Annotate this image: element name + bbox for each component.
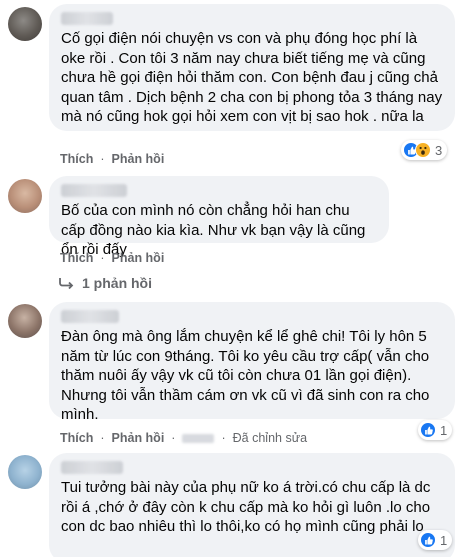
separator-dot: · — [100, 251, 105, 265]
comment-text: Tui tưởng bài này của phụ nữ ko á trời.c… — [61, 479, 431, 535]
reply-button[interactable]: Phản hồi — [112, 251, 165, 265]
view-replies-link[interactable]: 1 phản hồi — [58, 275, 152, 291]
like-button[interactable]: Thích — [60, 431, 93, 445]
separator-dot: · — [221, 431, 226, 445]
comment-bubble: Đàn ông mà ông lắm chuyện kể lể ghê chi!… — [49, 302, 455, 423]
comment-bubble: Cố gọi điện nói chuyện vs con và phụ đón… — [49, 4, 455, 131]
reply-button[interactable]: Phản hồi — [112, 431, 165, 445]
timestamp[interactable] — [182, 433, 215, 443]
reaction-summary[interactable]: 1 — [418, 420, 453, 440]
separator-dot: · — [171, 431, 176, 445]
wow-icon — [415, 142, 431, 158]
comment-bubble: Bố của con mình nó còn chẳng hỏi han chu… — [49, 176, 389, 258]
avatar[interactable] — [8, 455, 42, 489]
reaction-count: 1 — [440, 422, 448, 438]
comment-bubble: Tui tưởng bài này của phụ nữ ko á trời.c… — [49, 453, 455, 557]
reaction-count: 1 — [440, 532, 448, 548]
avatar[interactable] — [8, 7, 42, 41]
commenter-name[interactable] — [61, 310, 119, 323]
separator-dot: · — [100, 431, 105, 445]
like-icon — [420, 532, 436, 548]
comment-text: Cố gọi điện nói chuyện vs con và phụ đón… — [61, 30, 443, 125]
avatar[interactable] — [8, 304, 42, 338]
commenter-name[interactable] — [61, 184, 127, 197]
comment-text: Đàn ông mà ông lắm chuyện kể lể ghê chi!… — [61, 328, 430, 423]
like-icon — [420, 422, 436, 438]
like-button[interactable]: Thích — [60, 251, 93, 265]
like-button[interactable]: Thích — [60, 152, 93, 166]
commenter-name[interactable] — [61, 12, 113, 25]
reaction-count: 3 — [435, 142, 443, 158]
comment-actions: Thích · Phản hồi — [60, 251, 171, 265]
avatar[interactable] — [8, 179, 42, 213]
replies-count[interactable]: 1 phản hồi — [82, 275, 152, 291]
reply-button[interactable]: Phản hồi — [112, 152, 165, 166]
comment-actions: Thích · Phản hồi — [60, 152, 171, 166]
reaction-summary[interactable]: 3 — [401, 140, 448, 160]
reaction-summary[interactable]: 1 — [418, 530, 453, 550]
reply-arrow-icon — [59, 278, 74, 289]
separator-dot: · — [100, 152, 105, 166]
comment-actions: Thích · Phản hồi · · Đã chỉnh sửa — [60, 431, 314, 445]
commenter-name[interactable] — [61, 461, 123, 474]
edited-label[interactable]: Đã chỉnh sửa — [233, 431, 307, 445]
